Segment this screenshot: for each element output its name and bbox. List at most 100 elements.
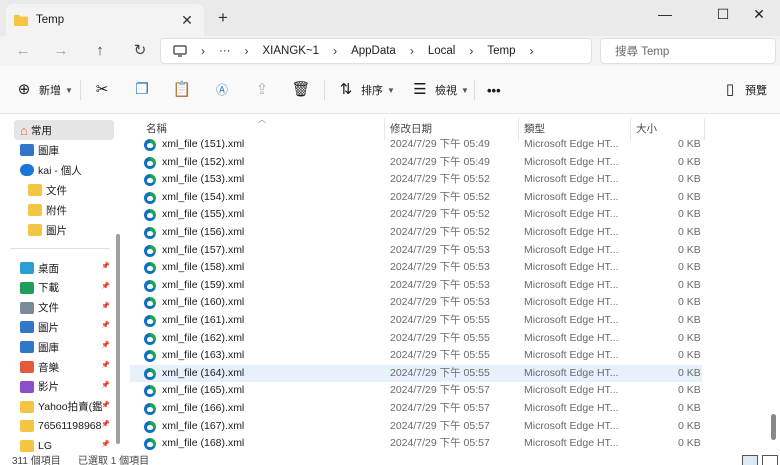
table-row[interactable]: xml_file (155).xml 2024/7/29 下午 05:52 Micr… — [130, 206, 702, 224]
table-row[interactable]: xml_file (163).xml 2024/7/29 下午 05:55 Micr… — [130, 347, 702, 365]
pin-icon[interactable]: 📌 — [101, 381, 110, 389]
refresh-button[interactable]: ↻ — [127, 40, 153, 62]
more-options-button[interactable]: ••• — [487, 78, 501, 102]
rename-button[interactable]: Ⓐ — [212, 78, 232, 102]
sidebar-item-quick[interactable]: 文件 📌 — [20, 298, 116, 318]
table-row[interactable]: xml_file (157).xml 2024/7/29 下午 05:53 Micr… — [130, 242, 702, 260]
chevron-down-icon: ▼ — [65, 85, 73, 95]
file-size: 0 KB — [678, 278, 701, 291]
pin-icon[interactable]: 📌 — [101, 401, 110, 409]
chevron-right-icon[interactable]: › — [410, 44, 414, 58]
close-tab-icon[interactable]: ✕ — [178, 11, 196, 29]
pin-icon[interactable]: 📌 — [101, 440, 110, 448]
sidebar-item-quick[interactable]: 圖庫 📌 — [20, 337, 116, 357]
file-name: xml_file (159).xml — [162, 278, 245, 291]
sidebar-item-od-documents[interactable]: 文件 — [28, 180, 67, 200]
file-list-scrollbar[interactable] — [771, 414, 776, 440]
breadcrumb-xiangk[interactable]: XIANGK~1 — [263, 45, 320, 57]
edge-file-icon — [144, 209, 156, 222]
sidebar-item-quick[interactable]: Yahoo拍賣(鑑 📌 — [20, 397, 116, 417]
tab-temp[interactable]: Temp ✕ — [6, 4, 204, 36]
new-button[interactable]: ⊕ 新增 ▼ — [14, 78, 73, 102]
minimize-button[interactable]: — — [642, 0, 688, 30]
file-size: 0 KB — [678, 138, 701, 150]
address-bar[interactable]: › ··· › XIANGK~1 › AppData › Local › Tem… — [160, 38, 592, 64]
table-row[interactable]: xml_file (153).xml 2024/7/29 下午 05:52 Micr… — [130, 171, 702, 189]
up-button[interactable]: ↑ — [87, 40, 113, 62]
breadcrumb-local[interactable]: Local — [428, 45, 456, 57]
pin-icon[interactable]: 📌 — [101, 282, 110, 290]
sidebar-item-quick[interactable]: 76561198968 📌 — [20, 416, 116, 436]
table-row[interactable]: xml_file (164).xml 2024/7/29 下午 05:55 Micr… — [130, 364, 702, 383]
column-separator[interactable] — [704, 118, 705, 140]
breadcrumb-temp[interactable]: Temp — [487, 45, 515, 57]
edge-file-icon — [144, 262, 156, 275]
sidebar-item-gallery[interactable]: 圖庫 — [20, 140, 59, 160]
delete-button[interactable]: 🗑 — [291, 78, 311, 102]
preview-pane-button[interactable]: ▯ 預覽 — [720, 78, 767, 102]
pin-icon[interactable]: 📌 — [101, 302, 110, 310]
paste-button[interactable]: 📋 — [172, 78, 192, 102]
pin-icon[interactable]: 📌 — [101, 262, 110, 270]
table-row[interactable]: xml_file (151).xml 2024/7/29 下午 05:49 Micr… — [130, 136, 702, 154]
chevron-down-icon: ▼ — [387, 85, 395, 95]
table-row[interactable]: xml_file (165).xml 2024/7/29 下午 05:57 Micr… — [130, 382, 702, 400]
copy-button[interactable]: ❐ — [132, 78, 152, 102]
sidebar-item-od-pictures[interactable]: 圖片 — [28, 220, 67, 240]
table-row[interactable]: xml_file (162).xml 2024/7/29 下午 05:55 Micr… — [130, 330, 702, 348]
edge-file-icon — [144, 244, 156, 257]
file-type: Microsoft Edge HT... — [524, 138, 619, 150]
cut-button[interactable]: ✂ — [92, 78, 112, 102]
search-input[interactable]: 搜尋 Temp — [600, 38, 776, 64]
pin-icon[interactable]: 📌 — [101, 420, 110, 428]
details-view-button[interactable] — [742, 455, 758, 465]
view-button[interactable]: ☰ 檢視 ▼ — [410, 78, 469, 102]
scissors-icon: ✂ — [95, 81, 109, 98]
sidebar-item-quick[interactable]: 音樂 📌 — [20, 357, 116, 377]
pin-icon[interactable]: 📌 — [101, 321, 110, 329]
sidebar-item-quick[interactable]: 圖片 📌 — [20, 317, 116, 337]
back-button[interactable]: ← — [10, 40, 36, 62]
file-name: xml_file (162).xml — [162, 331, 245, 344]
sidebar-item-home[interactable]: ⌂ 常用 — [14, 120, 114, 140]
tiles-view-button[interactable] — [762, 455, 778, 465]
selection-count: 已選取 1 個項目 — [78, 456, 150, 465]
table-row[interactable]: xml_file (158).xml 2024/7/29 下午 05:53 Micr… — [130, 259, 702, 277]
chevron-right-icon[interactable]: › — [529, 44, 533, 58]
table-row[interactable]: xml_file (156).xml 2024/7/29 下午 05:52 Micr… — [130, 224, 702, 242]
sidebar-item-quick[interactable]: LG 📌 — [20, 436, 116, 456]
file-type: Microsoft Edge HT... — [524, 190, 619, 203]
sort-button[interactable]: ⇅ 排序 ▼ — [336, 78, 395, 102]
file-size: 0 KB — [678, 384, 701, 397]
folder-icon — [20, 341, 34, 354]
table-row[interactable]: xml_file (160).xml 2024/7/29 下午 05:53 Micr… — [130, 294, 702, 312]
file-modified-date: 2024/7/29 下午 05:55 — [390, 331, 490, 344]
table-row[interactable]: xml_file (154).xml 2024/7/29 下午 05:52 Micr… — [130, 189, 702, 207]
file-name: xml_file (156).xml — [162, 226, 245, 238]
new-tab-button[interactable]: + — [212, 8, 234, 30]
share-button[interactable]: ⇪ — [252, 78, 272, 102]
chevron-right-icon[interactable]: › — [469, 44, 473, 58]
sidebar-item-onedrive[interactable]: kai - 個人 — [20, 160, 82, 180]
sidebar-item-quick[interactable]: 下載 📌 — [20, 278, 116, 298]
pin-icon[interactable]: 📌 — [101, 361, 110, 369]
table-row[interactable]: xml_file (152).xml 2024/7/29 下午 05:49 Micr… — [130, 154, 702, 172]
table-row[interactable]: xml_file (159).xml 2024/7/29 下午 05:53 Micr… — [130, 277, 702, 295]
table-row[interactable]: xml_file (168).xml 2024/7/29 下午 05:57 Micr… — [130, 435, 702, 453]
sidebar-scrollbar[interactable] — [116, 234, 120, 444]
sidebar-item-quick[interactable]: 桌面 📌 — [20, 258, 116, 278]
chevron-right-icon[interactable]: › — [333, 44, 337, 58]
table-row[interactable]: xml_file (161).xml 2024/7/29 下午 05:55 Micr… — [130, 312, 702, 330]
toolbar-divider — [324, 80, 325, 100]
edge-file-icon — [144, 174, 156, 187]
breadcrumb-overflow[interactable]: ··· — [219, 45, 231, 57]
file-size: 0 KB — [678, 226, 701, 238]
pin-icon[interactable]: 📌 — [101, 341, 110, 349]
breadcrumb-appdata[interactable]: AppData — [351, 45, 396, 57]
forward-button[interactable]: → — [48, 40, 74, 62]
sidebar-item-quick[interactable]: 影片 📌 — [20, 377, 116, 397]
sidebar-item-od-attachments[interactable]: 附件 — [28, 200, 67, 220]
close-window-button[interactable]: ✕ — [736, 0, 780, 30]
table-row[interactable]: xml_file (166).xml 2024/7/29 下午 05:57 Micr… — [130, 400, 702, 418]
table-row[interactable]: xml_file (167).xml 2024/7/29 下午 05:57 Micr… — [130, 418, 702, 436]
